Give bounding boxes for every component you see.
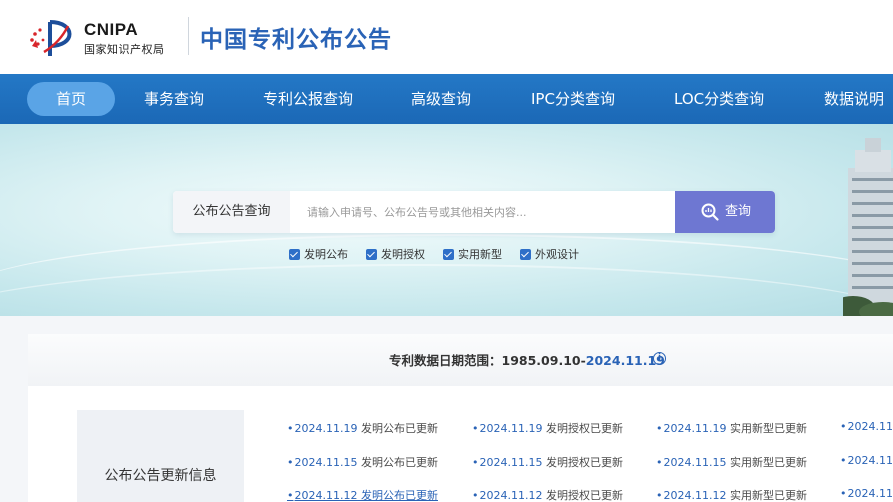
- nav-affairs-query[interactable]: 事务查询: [144, 74, 204, 124]
- update-text: 实用新型已更新: [726, 422, 807, 435]
- nav-gazette-query[interactable]: 专利公报查询: [263, 74, 353, 124]
- bullet-dot-icon: •: [287, 456, 294, 469]
- bullet-dot-icon: •: [840, 454, 847, 467]
- checkbox-checked-icon: [289, 249, 300, 260]
- checkbox-label: 实用新型: [458, 248, 502, 261]
- bullet-dot-icon: •: [656, 489, 663, 502]
- main-nav: 首页 事务查询 专利公报查询 高级查询 IPC分类查询 LOC分类查询 数据说明: [0, 74, 893, 124]
- logo-org-name: 国家知识产权局: [84, 43, 165, 56]
- update-date: 2024.11.15: [294, 456, 358, 469]
- logo-abbreviation: CNIPA: [84, 20, 139, 39]
- checkbox-checked-icon: [520, 249, 531, 260]
- update-text: 实用新型已更新: [726, 489, 807, 502]
- update-text: 发明授权已更新: [542, 489, 623, 502]
- update-link[interactable]: •2024.11.19 实用新型已更新: [656, 420, 807, 436]
- search-box: 公布公告查询 查询: [173, 191, 775, 233]
- building-illustration: [843, 138, 893, 316]
- checkbox-checked-icon: [443, 249, 454, 260]
- update-date: 2024.11: [847, 454, 893, 467]
- header-divider: [188, 17, 189, 55]
- update-link[interactable]: •2024.11.15 实用新型已更新: [656, 454, 807, 470]
- bullet-dot-icon: •: [656, 456, 663, 469]
- updates-panel: 专利数据日期范围：1985.09.10-2024.11.19 i 公布公告更新信…: [28, 334, 893, 502]
- update-link[interactable]: •2024.11.12 发明公布已更新: [287, 487, 438, 502]
- checkbox-label: 发明公布: [304, 248, 348, 261]
- update-date: 2024.11.12: [663, 489, 727, 502]
- updates-side-box: 公布公告更新信息: [77, 410, 244, 502]
- search-banner: 公布公告查询 查询 发明公布 发明授权 实用新型 外观设计: [0, 124, 893, 316]
- update-date: 2024.11.19: [663, 422, 727, 435]
- update-date: 2024.11: [847, 487, 893, 500]
- update-link[interactable]: •2024.11.15 发明授权已更新: [472, 454, 623, 470]
- nav-advanced-query[interactable]: 高级查询: [411, 74, 471, 124]
- site-title[interactable]: 中国专利公布公告: [200, 20, 392, 54]
- update-link[interactable]: •2024.11.15 发明公布已更新: [287, 454, 438, 470]
- date-range-bar: 专利数据日期范围：1985.09.10-2024.11.19 i: [28, 334, 893, 386]
- nav-data-description[interactable]: 数据说明: [824, 74, 884, 124]
- update-date: 2024.11.19: [479, 422, 543, 435]
- update-text: 发明授权已更新: [542, 422, 623, 435]
- update-text: 发明授权已更新: [542, 456, 623, 469]
- update-link[interactable]: •2024.11.12 实用新型已更新: [656, 487, 807, 502]
- bullet-dot-icon: •: [472, 456, 479, 469]
- search-icon: [701, 203, 719, 221]
- update-date: 2024.11.19: [294, 422, 358, 435]
- checkbox-checked-icon: [366, 249, 377, 260]
- checkbox-label: 外观设计: [535, 248, 579, 261]
- search-input[interactable]: [290, 191, 675, 233]
- info-icon[interactable]: i: [653, 352, 666, 365]
- update-link[interactable]: •2024.11.19 发明授权已更新: [472, 420, 623, 436]
- update-date: 2024.11: [847, 420, 893, 433]
- update-text: 发明公布已更新: [357, 422, 438, 435]
- search-button[interactable]: 查询: [675, 191, 775, 233]
- update-link[interactable]: •2024.11: [840, 454, 893, 467]
- update-date: 2024.11.12: [294, 489, 358, 502]
- bullet-dot-icon: •: [287, 489, 294, 502]
- update-date: 2024.11.12: [479, 489, 543, 502]
- bullet-dot-icon: •: [472, 489, 479, 502]
- update-date: 2024.11.15: [479, 456, 543, 469]
- bullet-dot-icon: •: [472, 422, 479, 435]
- date-range-text: 专利数据日期范围：1985.09.10-2024.11.19: [389, 350, 665, 369]
- bullet-dot-icon: •: [287, 422, 294, 435]
- nav-loc-query[interactable]: LOC分类查询: [674, 74, 764, 124]
- bullet-dot-icon: •: [840, 487, 847, 500]
- update-text: 发明公布已更新: [357, 456, 438, 469]
- bullet-dot-icon: •: [840, 420, 847, 433]
- date-range-label: 专利数据日期范围：: [389, 353, 502, 368]
- update-text: 发明公布已更新: [357, 489, 438, 502]
- nav-ipc-query[interactable]: IPC分类查询: [531, 74, 615, 124]
- update-link[interactable]: •2024.11: [840, 420, 893, 433]
- update-link[interactable]: •2024.11: [840, 487, 893, 500]
- updates-title: 公布公告更新信息: [104, 468, 217, 484]
- header: CNIPA 国家知识产权局 中国专利公布公告: [0, 0, 893, 74]
- search-button-label: 查询: [725, 204, 752, 219]
- checkbox-label: 发明授权: [381, 248, 425, 261]
- bullet-dot-icon: •: [656, 422, 663, 435]
- update-date: 2024.11.15: [663, 456, 727, 469]
- update-link[interactable]: •2024.11.12 发明授权已更新: [472, 487, 623, 502]
- search-category-label[interactable]: 公布公告查询: [173, 191, 290, 233]
- cnipa-emblem-icon: [30, 20, 72, 56]
- cnipa-logo[interactable]: CNIPA 国家知识产权局: [28, 14, 188, 60]
- update-text: 实用新型已更新: [726, 456, 807, 469]
- date-range-start: 1985.09.10-: [501, 353, 586, 368]
- update-link[interactable]: •2024.11.19 发明公布已更新: [287, 420, 438, 436]
- nav-home[interactable]: 首页: [27, 82, 115, 116]
